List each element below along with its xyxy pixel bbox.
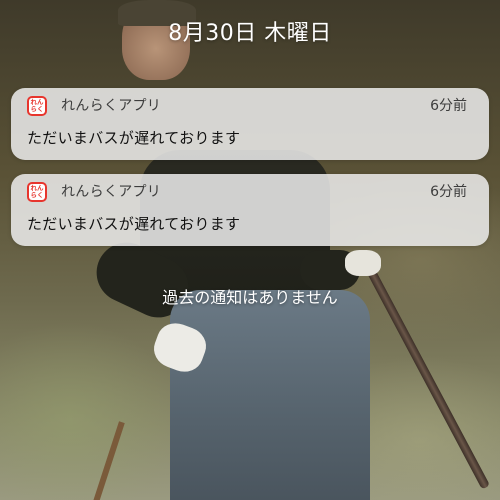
notification-time: 6分前 (430, 98, 467, 114)
wallpaper-person-jeans (170, 290, 370, 500)
renraku-app-icon: れん らく (27, 182, 47, 202)
notification-app-name: れんらくアプリ (61, 184, 162, 200)
app-icon-text-bottom: らく (30, 105, 44, 113)
notification-message: ただいまバスが遅れております (27, 129, 241, 147)
app-icon-label: れん らく (29, 98, 45, 114)
renraku-app-icon: れん らく (27, 96, 47, 116)
notification-card[interactable]: れん らく れんらくアプリ 6分前 ただいまバスが遅れております (11, 174, 489, 246)
notification-time: 6分前 (430, 184, 467, 200)
wallpaper-person-glove (345, 250, 381, 276)
notification-card[interactable]: れん らく れんらくアプリ 6分前 ただいまバスが遅れております (11, 88, 489, 160)
app-icon-text-bottom: らく (30, 191, 44, 199)
app-icon-label: れん らく (29, 184, 45, 200)
notification-message: ただいまバスが遅れております (27, 215, 241, 233)
notification-app-name: れんらくアプリ (61, 98, 162, 114)
no-older-notifications: 過去の通知はありません (162, 288, 338, 307)
lock-screen: 8月30日 木曜日 れん らく れんらくアプリ 6分前 ただいまバスが遅れており… (0, 0, 500, 500)
wallpaper-twig (91, 421, 125, 500)
lock-screen-date: 8月30日 木曜日 (168, 21, 332, 46)
